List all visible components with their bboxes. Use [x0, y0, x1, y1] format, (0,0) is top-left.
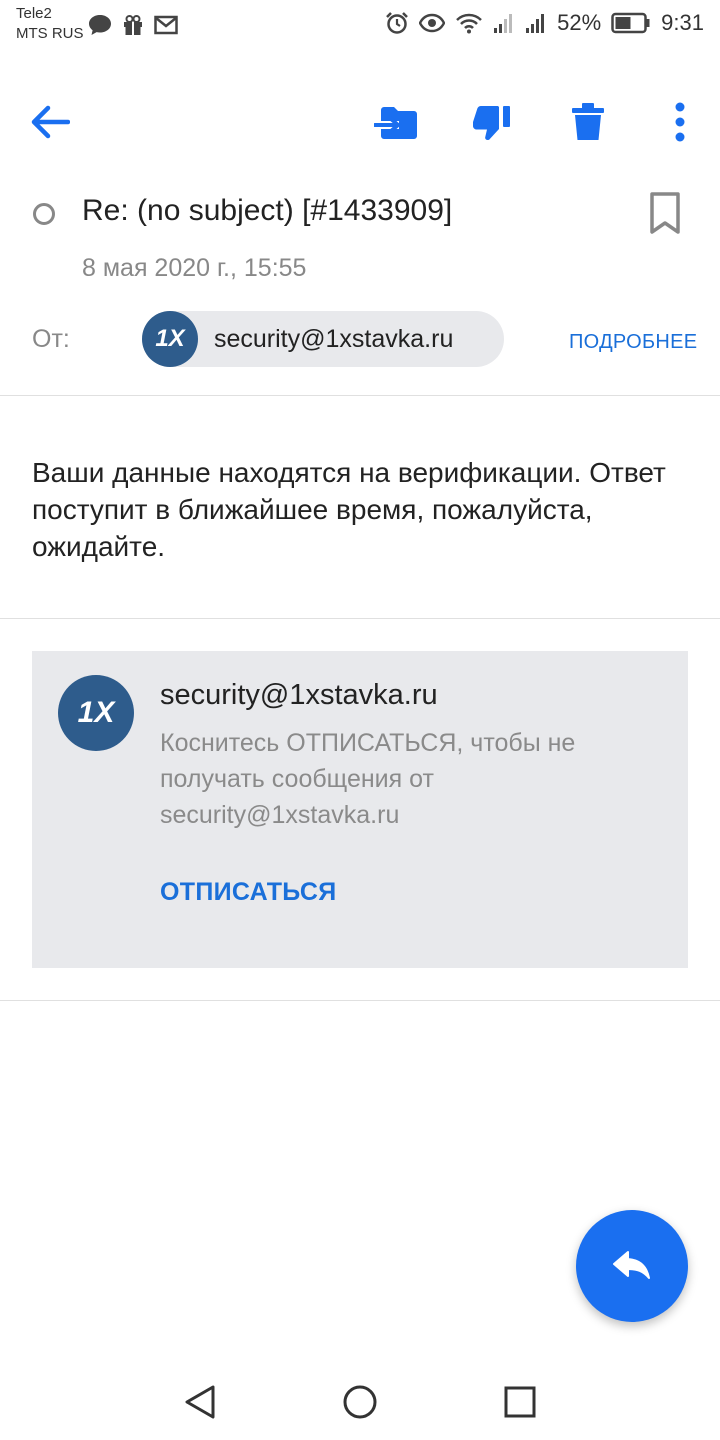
mail-icon [154, 15, 178, 35]
subject-row: Re: (no subject) [#1433909] [0, 190, 720, 240]
spam-thumbs-down-icon [473, 106, 510, 140]
card-sender-avatar: 1X [58, 675, 134, 751]
email-date: 8 мая 2020 г., 15:55 [82, 254, 307, 282]
carriers: Tele2 MTS RUS [16, 4, 84, 44]
unsubscribe-hint: Коснитесь ОТПИСАТЬСЯ, чтобы не получать … [160, 729, 576, 829]
system-status: 52% 9:31 [385, 10, 704, 36]
read-status-circle-icon[interactable] [33, 203, 55, 225]
unsubscribe-button[interactable]: ОТПИСАТЬСЯ [160, 878, 337, 907]
system-nav-bar [0, 1360, 720, 1440]
email-body: Ваши данные находятся на верификации. От… [32, 457, 666, 562]
nav-back-triangle-icon [185, 1385, 215, 1419]
nav-back-button[interactable] [178, 1380, 222, 1424]
card-divider [0, 1000, 720, 1001]
details-link[interactable]: ПОДРОБНЕЕ [569, 331, 697, 354]
unsubscribe-card: 1X security@1xstavka.ru Коснитесь ОТПИСА… [32, 651, 688, 968]
more-vert-icon [675, 102, 685, 142]
spam-button[interactable] [462, 90, 522, 154]
card-sender-email: security@1xstavka.ru [160, 679, 438, 711]
gift-icon [124, 15, 142, 35]
email-subject: Re: (no subject) [#1433909] [82, 194, 453, 227]
move-to-folder-button[interactable] [366, 90, 426, 154]
carrier-2: MTS RUS [16, 25, 84, 42]
carrier-1: Tele2 [16, 5, 52, 22]
clock: 9:31 [661, 10, 704, 35]
back-arrow-icon [31, 105, 70, 139]
status-bar: Tele2 MTS RUS 52% 9:31 [0, 0, 720, 50]
header-divider [0, 395, 720, 396]
sender-avatar: 1X [142, 311, 198, 367]
nav-recents-button[interactable] [498, 1380, 542, 1424]
chat-bubble-icon [89, 15, 111, 35]
notification-icons [88, 14, 178, 36]
signal-1-icon [494, 14, 513, 33]
delete-button[interactable] [558, 90, 618, 154]
alarm-icon [386, 12, 409, 34]
wifi-icon [456, 13, 483, 34]
sender-email: security@1xstavka.ru [214, 324, 454, 353]
nav-home-button[interactable] [338, 1380, 382, 1424]
sender-chip[interactable]: 1X security@1xstavka.ru [142, 311, 504, 367]
more-options-button[interactable] [650, 90, 710, 154]
nav-home-circle-icon [343, 1385, 377, 1419]
signal-2-icon [526, 14, 545, 33]
toolbar [0, 90, 720, 154]
battery-icon [611, 12, 650, 34]
back-button[interactable] [20, 90, 80, 154]
eye-icon [419, 13, 446, 33]
reply-button[interactable] [576, 1210, 688, 1322]
trash-icon [572, 103, 604, 140]
bookmark-icon[interactable] [648, 192, 682, 234]
reply-icon [613, 1251, 650, 1279]
battery-percent: 52% [557, 10, 602, 35]
from-label: От: [32, 325, 70, 353]
nav-recents-square-icon [504, 1386, 536, 1418]
move-to-folder-icon [374, 107, 417, 139]
body-divider [0, 618, 720, 619]
